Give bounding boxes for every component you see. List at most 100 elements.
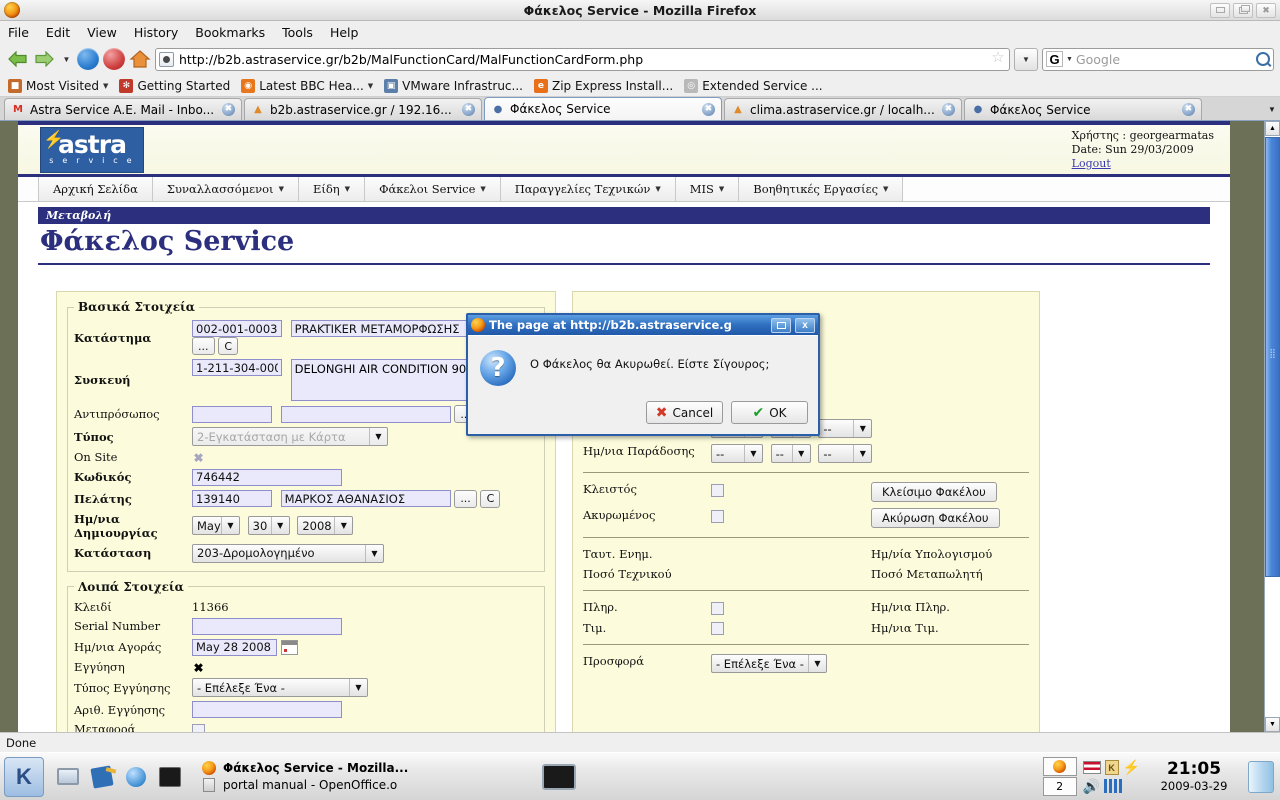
scroll-down-arrow-icon[interactable]: ▼ <box>1265 717 1280 732</box>
go-dropdown-button[interactable]: ▼ <box>1014 47 1038 71</box>
nav-item-service-folders[interactable]: Φάκελοι Service ▼ <box>365 177 501 201</box>
close-icon[interactable]: ✖ <box>702 102 715 116</box>
serial-input[interactable] <box>192 617 342 635</box>
delivery-day-select[interactable]: -- ▼ <box>770 444 811 463</box>
pager-firefox-icon[interactable] <box>1042 757 1077 776</box>
menu-bookmarks[interactable]: Bookmarks <box>195 25 265 40</box>
tab-astra-mail[interactable]: M Astra Service A.E. Mail - Inbo... ✖ <box>4 98 242 120</box>
delivery-year-select[interactable]: -- ▼ <box>818 444 873 463</box>
menu-help[interactable]: Help <box>330 25 359 40</box>
volume-icon[interactable]: 🔊 <box>1083 778 1100 795</box>
purchase-date-input[interactable] <box>192 638 277 656</box>
tab-clima-phpmyadmin[interactable]: ▲ clima.astraservice.gr / localh... ✖ <box>724 98 962 120</box>
customer-clear-button[interactable]: C <box>480 489 501 508</box>
forward-button[interactable] <box>33 48 56 70</box>
search-input[interactable]: Google <box>1076 52 1253 67</box>
created-year-select[interactable]: 2008 ▼ <box>297 516 354 535</box>
cancel-folder-button[interactable]: Ακύρωση Φακέλου <box>871 508 1000 528</box>
restore-button[interactable] <box>1233 2 1253 18</box>
dialog-cancel-button[interactable]: ✖ Cancel <box>646 401 723 424</box>
code-input[interactable] <box>192 468 342 486</box>
power-icon[interactable]: ⚡ <box>1123 759 1140 776</box>
store-code-input[interactable] <box>192 320 282 337</box>
url-text[interactable]: http://b2b.astraservice.gr/b2b/MalFuncti… <box>179 52 985 67</box>
pager-desktop-number[interactable]: 2 <box>1042 777 1077 796</box>
onsite-checkbox[interactable]: ✖ <box>192 451 205 465</box>
cancelled-checkbox[interactable] <box>711 509 724 523</box>
network-monitor-icon[interactable] <box>1104 779 1122 793</box>
rep-name-input[interactable] <box>280 405 451 423</box>
history-dropdown-icon[interactable]: ▼ <box>60 48 73 70</box>
menu-edit[interactable]: Edit <box>46 25 70 40</box>
tab-fakelos-service-2[interactable]: ● Φάκελος Service ✖ <box>964 98 1202 120</box>
klipper-icon[interactable]: K <box>1104 759 1119 775</box>
back-button[interactable] <box>6 48 29 70</box>
bookmark-getting-started[interactable]: ✻ Getting Started <box>119 78 230 93</box>
task-openoffice[interactable]: portal manual - OpenOffice.o <box>201 777 531 793</box>
calendar-icon[interactable] <box>280 639 298 655</box>
text-editor-icon[interactable] <box>87 762 117 792</box>
dialog-close-button[interactable]: x <box>795 317 815 333</box>
nav-item-home[interactable]: Αρχική Σελίδα <box>38 177 153 201</box>
keyboard-layout-icon[interactable] <box>1082 760 1101 774</box>
bookmark-latest-bbc[interactable]: ◉ Latest BBC Hea... ▼ <box>241 78 373 93</box>
nav-item-tech-orders[interactable]: Παραγγελίες Τεχνικών ▼ <box>500 177 676 201</box>
search-bar[interactable]: G ▼ Google <box>1042 47 1274 71</box>
warranty-checkbox[interactable]: ✖ <box>192 661 205 675</box>
rep-code-input[interactable] <box>192 405 272 423</box>
scrollbar-thumb[interactable] <box>1265 137 1280 577</box>
url-bar[interactable]: http://b2b.astraservice.gr/b2b/MalFuncti… <box>155 47 1010 71</box>
menu-view[interactable]: View <box>87 25 117 40</box>
tab-list-dropdown-icon[interactable]: ▼ <box>1264 98 1280 120</box>
customer-code-input[interactable] <box>192 490 272 507</box>
show-desktop-icon[interactable] <box>53 762 83 792</box>
invoice-checkbox[interactable] <box>711 622 724 635</box>
home-icon[interactable] <box>129 48 151 70</box>
terminal-window-icon[interactable] <box>537 759 581 795</box>
warranty-type-select[interactable]: - Επέλεξε Ένα - ▼ <box>192 678 368 697</box>
created-day-select[interactable]: 30 ▼ <box>247 516 290 535</box>
logout-link[interactable]: Logout <box>1072 157 1111 170</box>
scroll-up-arrow-icon[interactable]: ▲ <box>1265 121 1280 136</box>
close-icon[interactable]: ✖ <box>222 103 235 116</box>
task-firefox[interactable]: Φάκελος Service - Mozilla... <box>201 760 531 776</box>
tab-b2b-phpmyadmin[interactable]: ▲ b2b.astraservice.gr / 192.16... ✖ <box>244 98 482 120</box>
status-select[interactable]: 203-Δρομολογημένο ▼ <box>192 543 384 563</box>
clock[interactable]: 21:05 2009-03-29 <box>1146 760 1242 794</box>
menu-file[interactable]: File <box>8 25 29 40</box>
network-tools-icon[interactable] <box>121 762 151 792</box>
trash-icon[interactable] <box>1248 760 1274 793</box>
dialog-restore-button[interactable] <box>771 317 791 333</box>
bookmark-most-visited[interactable]: ■ Most Visited ▼ <box>8 78 108 93</box>
customer-browse-button[interactable]: ... <box>454 489 477 508</box>
menu-history[interactable]: History <box>134 25 178 40</box>
close-button[interactable]: ✖ <box>1256 2 1276 18</box>
probable-delivery-year-select[interactable]: -- ▼ <box>818 419 873 438</box>
menu-tools[interactable]: Tools <box>282 25 313 40</box>
kde-menu-button[interactable]: K <box>4 756 44 797</box>
store-clear-button[interactable]: C <box>218 337 239 355</box>
stop-icon[interactable] <box>103 48 125 70</box>
created-month-select[interactable]: May ▼ <box>192 516 240 535</box>
payment-checkbox[interactable] <box>711 601 724 615</box>
type-select[interactable]: 2-Εγκατάσταση με Κάρτα ▼ <box>192 427 388 446</box>
terminal-icon[interactable] <box>155 762 185 792</box>
device-code-input[interactable] <box>192 359 282 376</box>
search-icon[interactable] <box>1256 52 1270 66</box>
bookmark-vmware[interactable]: ▣ VMware Infrastruc... <box>384 78 523 93</box>
nav-item-helper-tasks[interactable]: Βοηθητικές Εργασίες ▼ <box>739 177 904 201</box>
dialog-ok-button[interactable]: ✔ OK <box>731 401 808 424</box>
customer-name-input[interactable] <box>280 490 451 507</box>
bookmark-extended-service[interactable]: ◎ Extended Service ... <box>684 78 823 93</box>
nav-item-items[interactable]: Είδη ▼ <box>298 177 366 201</box>
closed-checkbox[interactable] <box>711 483 724 497</box>
transfer-checkbox[interactable] <box>192 723 205 732</box>
google-icon[interactable]: G <box>1046 51 1063 67</box>
close-icon[interactable]: ✖ <box>1182 103 1195 116</box>
offer-select[interactable]: - Επέλεξε Ένα - ▼ <box>711 654 827 673</box>
store-browse-button[interactable]: ... <box>192 337 215 355</box>
nav-item-mis[interactable]: MIS ▼ <box>675 177 740 201</box>
bookmark-star-icon[interactable]: ☆ <box>990 50 1006 67</box>
close-icon[interactable]: ✖ <box>462 103 475 116</box>
minimize-button[interactable] <box>1210 2 1230 18</box>
